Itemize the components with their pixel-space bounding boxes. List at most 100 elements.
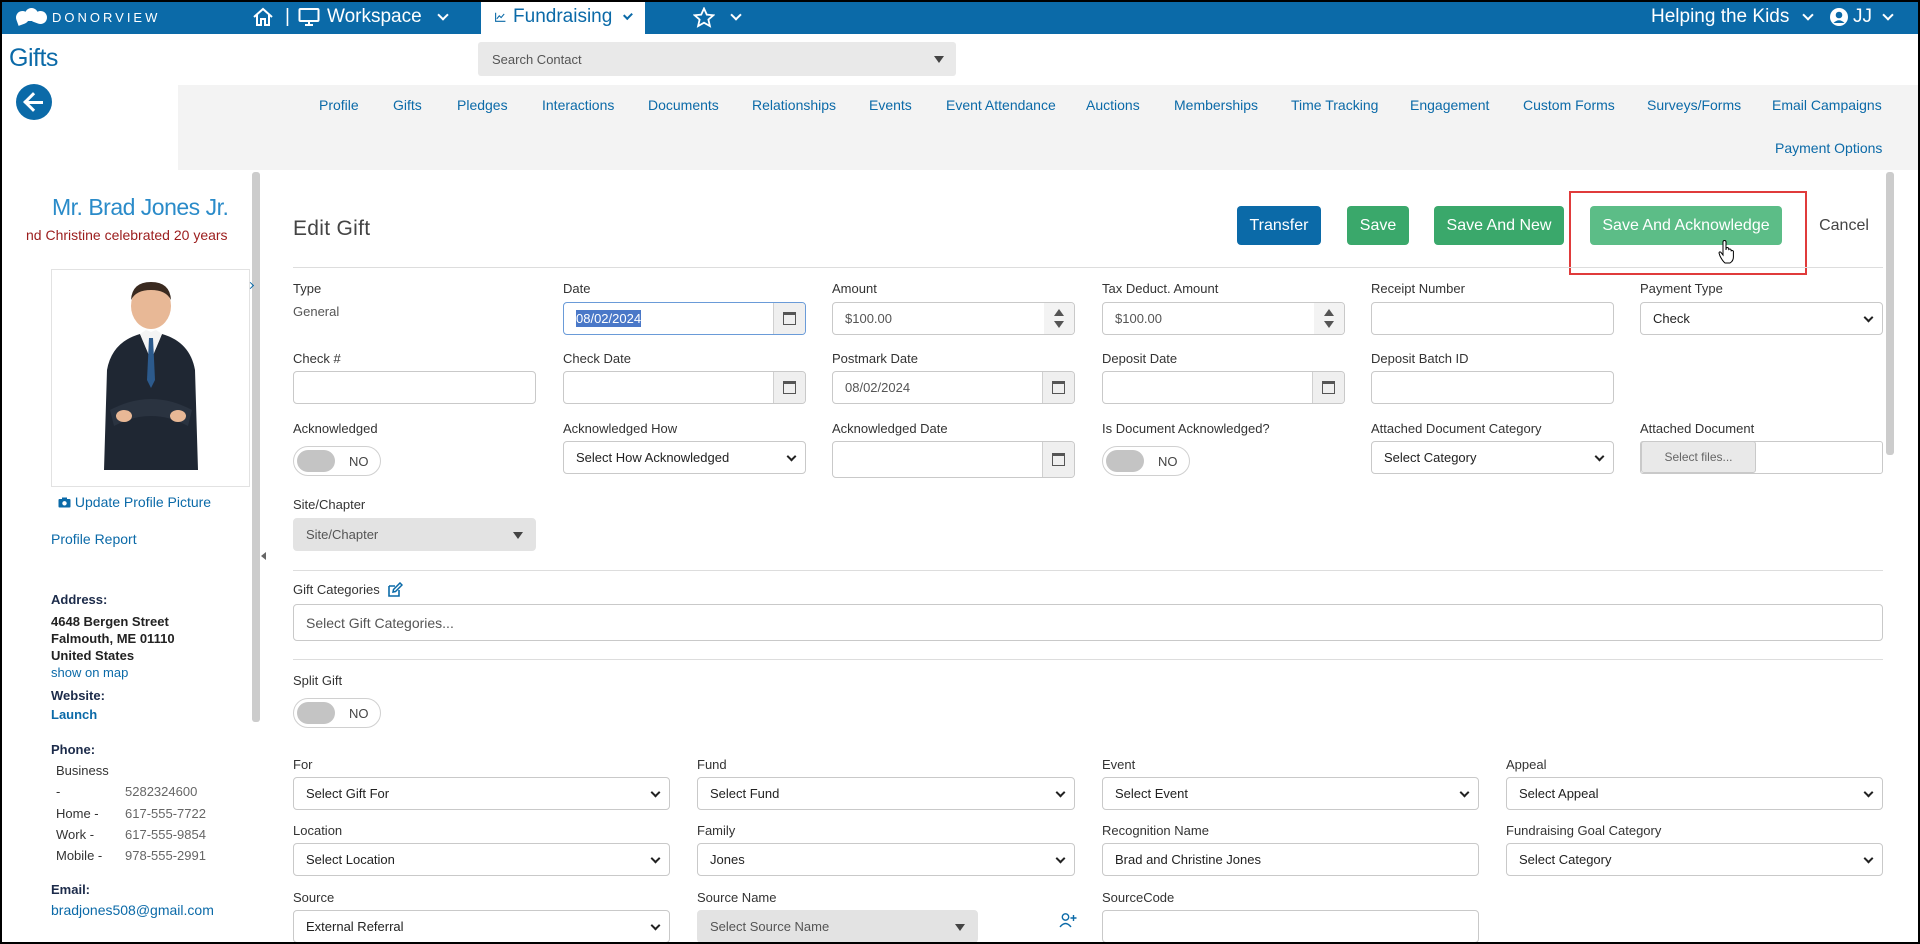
update-profile-picture-link[interactable]: Update Profile Picture bbox=[58, 494, 211, 510]
user-menu[interactable]: JJ bbox=[1829, 0, 1894, 34]
phone-separator: - bbox=[56, 784, 61, 799]
tab-pledges[interactable]: Pledges bbox=[457, 97, 508, 113]
phone-work: Work - 617-555-9854 bbox=[56, 827, 206, 842]
main-scrollbar[interactable] bbox=[1886, 172, 1894, 455]
tax-deduct-input[interactable]: $100.00 bbox=[1102, 302, 1345, 335]
calendar-icon[interactable] bbox=[1312, 372, 1344, 403]
sidebar-scrollbar[interactable] bbox=[252, 172, 260, 722]
check-date-input[interactable] bbox=[563, 371, 806, 404]
website-label: Website: bbox=[51, 688, 105, 703]
site-chapter-select[interactable]: Site/Chapter bbox=[293, 518, 536, 551]
cancel-button[interactable]: Cancel bbox=[1807, 206, 1881, 245]
source-name-select[interactable]: Select Source Name bbox=[697, 910, 978, 943]
gift-categories-input[interactable]: Select Gift Categories... bbox=[293, 604, 1883, 641]
favorites-menu[interactable] bbox=[693, 0, 742, 34]
date-input[interactable]: 08/02/2024 bbox=[563, 302, 806, 335]
chevron-down-icon bbox=[650, 920, 661, 931]
postmark-date-label: Postmark Date bbox=[832, 351, 918, 366]
phone-mobile: Mobile - 978-555-2991 bbox=[56, 848, 206, 863]
split-gift-toggle[interactable]: NO bbox=[293, 698, 381, 728]
collapse-sidebar-handle[interactable] bbox=[261, 552, 266, 560]
toggle-knob bbox=[297, 450, 335, 472]
edit-icon[interactable] bbox=[387, 582, 403, 598]
amount-input[interactable]: $100.00 bbox=[832, 302, 1075, 335]
amount-spinner[interactable] bbox=[1044, 303, 1074, 334]
fundraising-menu[interactable]: Fundraising bbox=[481, 0, 645, 34]
tab-profile[interactable]: Profile bbox=[319, 97, 359, 113]
check-number-input[interactable] bbox=[293, 371, 536, 404]
tab-email-campaigns[interactable]: Email Campaigns bbox=[1772, 97, 1882, 113]
tab-interactions[interactable]: Interactions bbox=[542, 97, 614, 113]
tab-surveys-forms[interactable]: Surveys/Forms bbox=[1647, 97, 1741, 113]
goal-category-select[interactable]: Select Category bbox=[1506, 843, 1883, 876]
document-acknowledged-toggle[interactable]: NO bbox=[1102, 446, 1190, 476]
workspace-menu[interactable]: Workspace bbox=[298, 0, 449, 34]
receipt-number-label: Receipt Number bbox=[1371, 281, 1465, 296]
tab-auctions[interactable]: Auctions bbox=[1086, 97, 1140, 113]
tab-engagement[interactable]: Engagement bbox=[1410, 97, 1489, 113]
chevron-down-icon bbox=[623, 9, 633, 20]
donorview-logo[interactable]: DONORVIEW bbox=[14, 6, 160, 28]
organization-menu[interactable]: Helping the Kids bbox=[1651, 0, 1815, 34]
save-and-new-button[interactable]: Save And New bbox=[1434, 206, 1564, 245]
phone-business-number: 5282324600 bbox=[125, 784, 198, 799]
profile-report-link[interactable]: Profile Report bbox=[51, 531, 137, 547]
payment-type-select[interactable]: Check bbox=[1640, 302, 1883, 335]
calendar-icon[interactable] bbox=[1042, 372, 1074, 403]
star-icon bbox=[693, 6, 715, 28]
source-select[interactable]: External Referral bbox=[293, 910, 670, 943]
acknowledged-date-input[interactable] bbox=[832, 441, 1075, 478]
transfer-button[interactable]: Transfer bbox=[1237, 206, 1321, 245]
acknowledged-toggle[interactable]: NO bbox=[293, 446, 381, 476]
address-line-1: 4648 Bergen Street bbox=[51, 614, 169, 629]
receipt-number-input[interactable] bbox=[1371, 302, 1614, 335]
sourcecode-input[interactable] bbox=[1102, 910, 1479, 943]
show-on-map-link[interactable]: show on map bbox=[51, 665, 128, 680]
tab-gifts[interactable]: Gifts bbox=[393, 97, 422, 113]
save-button[interactable]: Save bbox=[1347, 206, 1409, 245]
split-gift-label: Split Gift bbox=[293, 673, 343, 688]
phone-label: Phone: bbox=[51, 742, 96, 757]
deposit-date-input[interactable] bbox=[1102, 371, 1345, 404]
home-nav[interactable]: | bbox=[252, 0, 290, 34]
tax-deduct-spinner[interactable] bbox=[1314, 303, 1344, 334]
calendar-icon[interactable] bbox=[773, 303, 805, 334]
fund-select[interactable]: Select Fund bbox=[697, 777, 1075, 810]
monitor-icon bbox=[298, 8, 320, 26]
search-contact-input[interactable]: Search Contact bbox=[478, 42, 956, 76]
deposit-batch-label: Deposit Batch ID bbox=[1371, 351, 1469, 366]
tab-time-tracking[interactable]: Time Tracking bbox=[1291, 97, 1378, 113]
source-name-label: Source Name bbox=[697, 890, 777, 905]
calendar-icon[interactable] bbox=[773, 372, 805, 403]
tab-documents[interactable]: Documents bbox=[648, 97, 719, 113]
email-link[interactable]: bradjones508@gmail.com bbox=[51, 902, 214, 918]
document-category-select[interactable]: Select Category bbox=[1371, 441, 1614, 474]
for-select[interactable]: Select Gift For bbox=[293, 777, 670, 810]
appeal-select[interactable]: Select Appeal bbox=[1506, 777, 1883, 810]
tab-payment-options[interactable]: Payment Options bbox=[1775, 140, 1882, 156]
calendar-icon[interactable] bbox=[1042, 442, 1074, 477]
add-person-icon[interactable] bbox=[1059, 912, 1077, 928]
tab-relationships[interactable]: Relationships bbox=[752, 97, 836, 113]
recognition-name-input[interactable]: Brad and Christine Jones bbox=[1102, 843, 1479, 876]
date-label: Date bbox=[563, 281, 591, 296]
tab-memberships[interactable]: Memberships bbox=[1174, 97, 1258, 113]
payment-type-value: Check bbox=[1653, 311, 1690, 326]
location-select[interactable]: Select Location bbox=[293, 843, 670, 876]
event-select[interactable]: Select Event bbox=[1102, 777, 1479, 810]
spin-up-icon bbox=[1324, 309, 1334, 317]
acknowledged-how-select[interactable]: Select How Acknowledged bbox=[563, 441, 806, 474]
website-launch-link[interactable]: Launch bbox=[51, 707, 97, 722]
tab-events[interactable]: Events bbox=[869, 97, 912, 113]
fundraising-label: Fundraising bbox=[513, 6, 613, 27]
back-button[interactable] bbox=[16, 84, 52, 120]
tab-custom-forms[interactable]: Custom Forms bbox=[1523, 97, 1615, 113]
postmark-date-input[interactable]: 08/02/2024 bbox=[832, 371, 1075, 404]
tab-event-attendance[interactable]: Event Attendance bbox=[946, 97, 1056, 113]
family-select[interactable]: Jones bbox=[697, 843, 1075, 876]
phone-mobile-number: 978-555-2991 bbox=[125, 848, 206, 863]
location-value: Select Location bbox=[306, 852, 395, 867]
select-files-button[interactable]: Select files... bbox=[1641, 441, 1756, 473]
organization-label: Helping the Kids bbox=[1651, 6, 1790, 27]
deposit-batch-input[interactable] bbox=[1371, 371, 1614, 404]
